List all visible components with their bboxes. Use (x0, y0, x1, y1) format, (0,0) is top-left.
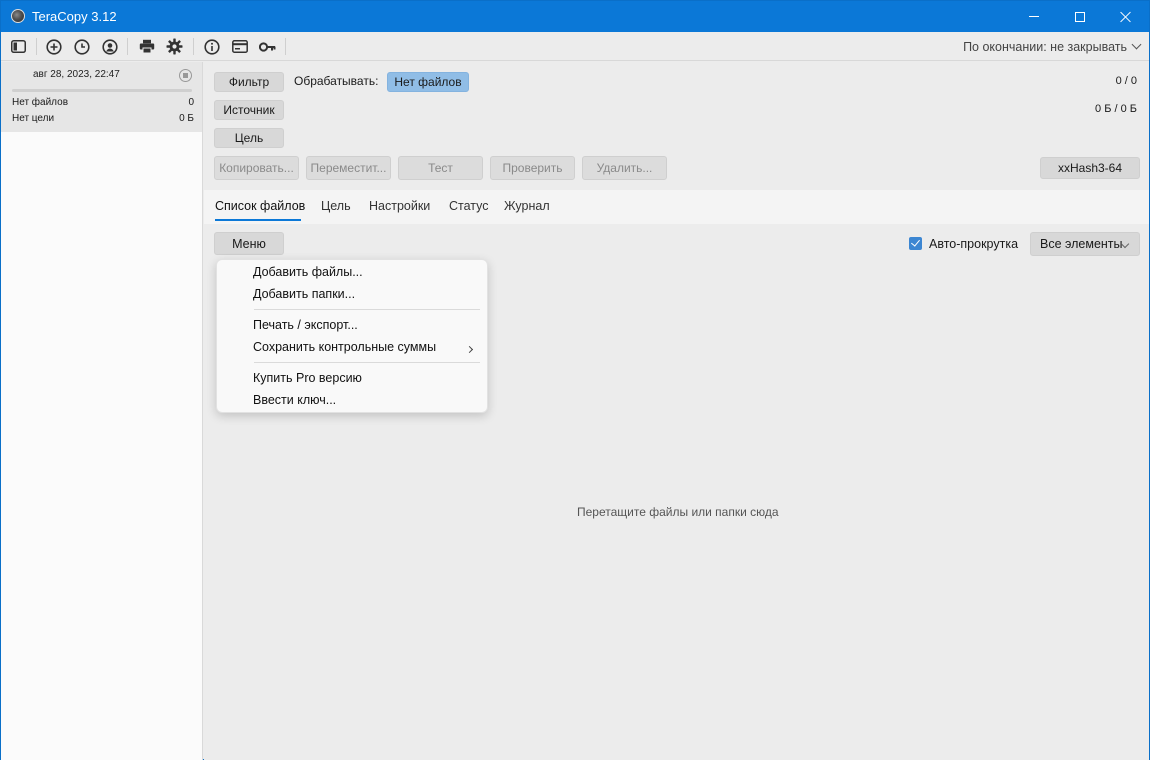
info-icon[interactable] (203, 38, 220, 55)
window-title: TeraCopy 3.12 (32, 9, 117, 24)
copy-button[interactable]: Копировать... (214, 156, 299, 180)
tab-status[interactable]: Статус (449, 199, 489, 213)
process-label: Обрабатывать: (294, 74, 379, 88)
items-filter-value: Все элементы (1040, 237, 1123, 251)
add-icon[interactable] (45, 38, 62, 55)
toolbar: По окончании: не закрывать (1, 32, 1149, 61)
maximize-icon (1075, 11, 1085, 22)
drop-hint: Перетащите файлы или папки сюда (577, 505, 779, 519)
card-icon[interactable] (231, 38, 248, 55)
maximize-button[interactable] (1057, 1, 1103, 32)
job-target-row: Нет цели 0 Б (12, 113, 194, 124)
menu-item-print-export[interactable]: Печать / экспорт... (253, 318, 358, 332)
print-icon[interactable] (138, 38, 155, 55)
job-files-value: 0 (188, 97, 194, 108)
delete-button[interactable]: Удалить... (582, 156, 667, 180)
toolbar-separator (127, 38, 128, 55)
job-target-label: Нет цели (12, 113, 55, 124)
after-completion-dropdown[interactable]: По окончании: не закрывать (963, 40, 1127, 54)
hash-algorithm-button[interactable]: xxHash3-64 (1040, 157, 1140, 179)
tab-bar: Список файлов Цель Настройки Статус Журн… (204, 190, 1149, 224)
process-files-button[interactable]: Нет файлов (387, 72, 469, 92)
autoscroll-checkbox[interactable] (909, 237, 922, 250)
chevron-down-icon[interactable] (1131, 39, 1142, 50)
active-tab-indicator (215, 219, 301, 221)
job-item[interactable]: авг 28, 2023, 22:47 Нет файлов 0 Нет цел… (1, 62, 202, 132)
chevron-right-icon (465, 345, 474, 354)
tab-settings[interactable]: Настройки (369, 199, 430, 213)
job-date: авг 28, 2023, 22:47 (33, 69, 120, 80)
file-count: 0 / 0 (1115, 75, 1137, 87)
menu-item-enter-key[interactable]: Ввести ключ... (253, 393, 336, 407)
minimize-icon (1029, 16, 1039, 17)
toolbar-separator (193, 38, 194, 55)
settings-icon[interactable] (166, 38, 183, 55)
context-menu: Добавить файлы... Добавить папки... Печа… (216, 259, 488, 413)
close-button[interactable] (1103, 1, 1149, 32)
job-progress-bar (12, 89, 192, 92)
job-target-value: 0 Б (179, 113, 194, 124)
menu-separator (254, 309, 480, 310)
sidebar-toggle-icon[interactable] (10, 38, 27, 55)
menu-item-add-files[interactable]: Добавить файлы... (253, 265, 363, 279)
title-bar[interactable]: TeraCopy 3.12 (1, 1, 1149, 32)
menu-item-save-checksums[interactable]: Сохранить контрольные суммы (253, 340, 436, 354)
filter-button[interactable]: Фильтр (214, 72, 284, 92)
menu-button[interactable]: Меню (214, 232, 284, 255)
items-filter-select[interactable]: Все элементы (1030, 232, 1140, 256)
menu-separator (254, 362, 480, 363)
tab-target[interactable]: Цель (321, 199, 351, 213)
menu-item-add-folders[interactable]: Добавить папки... (253, 287, 355, 301)
close-icon (1120, 11, 1132, 23)
test-button[interactable]: Тест (398, 156, 483, 180)
target-button[interactable]: Цель (214, 128, 284, 148)
app-logo-icon (11, 9, 25, 23)
source-button[interactable]: Источник (214, 100, 284, 120)
stop-icon[interactable] (179, 69, 192, 82)
minimize-button[interactable] (1011, 1, 1057, 32)
profile-icon[interactable] (101, 38, 118, 55)
job-files-label: Нет файлов (12, 97, 69, 108)
tab-log[interactable]: Журнал (504, 199, 550, 213)
tab-file-list[interactable]: Список файлов (215, 199, 305, 213)
job-files-row: Нет файлов 0 (12, 97, 194, 108)
verify-button[interactable]: Проверить (490, 156, 575, 180)
history-icon[interactable] (73, 38, 90, 55)
job-list-panel: авг 28, 2023, 22:47 Нет файлов 0 Нет цел… (1, 62, 203, 760)
key-icon[interactable] (259, 38, 276, 55)
toolbar-separator (36, 38, 37, 55)
teracopy-window: TeraCopy 3.12 По окончании: не закрывать… (0, 0, 1150, 760)
menu-item-buy-pro[interactable]: Купить Pro версию (253, 371, 362, 385)
toolbar-separator (285, 38, 286, 55)
size-progress: 0 Б / 0 Б (1095, 103, 1137, 115)
move-button[interactable]: Переместит... (306, 156, 391, 180)
autoscroll-label: Авто-прокрутка (929, 237, 1019, 251)
